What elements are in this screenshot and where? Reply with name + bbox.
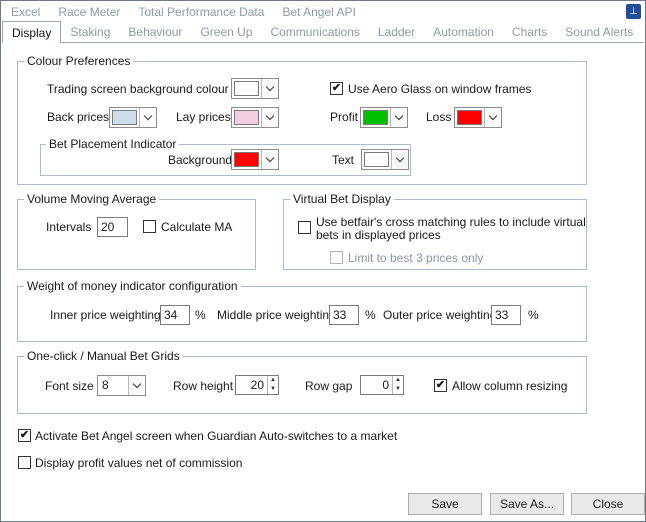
calculate-ma-label: Calculate MA — [161, 220, 233, 234]
row-height-stepper[interactable]: 20 ▲ ▼ — [235, 375, 279, 395]
spin-down-icon[interactable]: ▼ — [268, 385, 278, 394]
loss-colour-picker[interactable] — [454, 107, 502, 128]
chevron-down-icon — [128, 376, 145, 395]
chevron-down-icon — [390, 108, 407, 127]
cross-matching-checkbox[interactable] — [298, 221, 311, 234]
tab-ladder[interactable]: Ladder — [369, 22, 424, 42]
font-size-select[interactable]: 8 — [97, 375, 146, 396]
aero-glass-label: Use Aero Glass on window frames — [348, 82, 532, 96]
tab-bet-angel-api[interactable]: Bet Angel API — [273, 2, 364, 22]
tab-charts[interactable]: Charts — [503, 22, 556, 42]
limit-best-3-label: Limit to best 3 prices only — [348, 251, 484, 265]
back-prices-swatch — [112, 110, 137, 125]
net-commission-label: Display profit values net of commission — [35, 456, 243, 470]
save-as-button[interactable]: Save As... — [490, 493, 564, 515]
tab-staking[interactable]: Staking — [61, 22, 119, 42]
volume-ma-legend: Volume Moving Average — [24, 192, 160, 206]
activate-screen-label: Activate Bet Angel screen when Guardian … — [35, 429, 398, 443]
spin-down-icon[interactable]: ▼ — [393, 385, 403, 394]
lay-prices-label: Lay prices — [176, 110, 231, 124]
bet-text-label: Text — [332, 153, 355, 167]
spin-up-icon[interactable]: ▲ — [393, 376, 403, 385]
tab-race-meter[interactable]: Race Meter — [49, 2, 129, 22]
activate-screen-checkbox[interactable]: ✔ — [18, 429, 31, 442]
intervals-input[interactable]: 20 — [97, 217, 128, 237]
calculate-ma-checkbox[interactable] — [143, 220, 156, 233]
spin-up-icon[interactable]: ▲ — [268, 376, 278, 385]
wom-legend: Weight of money indicator configuration — [24, 279, 241, 293]
tab-divider — [2, 42, 644, 43]
tab-row-top: Excel Race Meter Total Performance Data … — [2, 2, 365, 22]
bet-text-colour-picker[interactable] — [361, 149, 409, 170]
row-height-value: 20 — [250, 378, 264, 392]
back-prices-colour-picker[interactable] — [109, 107, 157, 128]
font-size-label: Font size — [45, 379, 94, 393]
bet-background-label: Background — [168, 153, 233, 167]
close-button[interactable]: Close — [571, 493, 645, 515]
tab-row-bottom: Display Staking Behaviour Green Up Commu… — [2, 21, 642, 43]
tab-sound-alerts[interactable]: Sound Alerts — [556, 22, 642, 42]
middle-pct-label: % — [365, 308, 376, 322]
cross-matching-label-line2: bets in displayed prices — [316, 228, 441, 242]
tab-total-performance-data[interactable]: Total Performance Data — [129, 2, 273, 22]
row-height-label: Row height — [173, 379, 234, 393]
chevron-down-icon — [139, 108, 156, 127]
limit-best-3-checkbox[interactable] — [330, 251, 343, 264]
bet-placement-legend: Bet Placement Indicator — [46, 137, 180, 151]
tab-communications[interactable]: Communications — [261, 22, 368, 42]
middle-weighting-label: Middle price weighting — [217, 308, 336, 322]
chevron-down-icon — [391, 150, 408, 169]
virtual-bet-legend: Virtual Bet Display — [290, 192, 394, 206]
tab-behaviour[interactable]: Behaviour — [119, 22, 191, 42]
loss-label: Loss — [426, 110, 452, 124]
inner-weighting-label: Inner price weighting — [50, 308, 161, 322]
bet-background-colour-picker[interactable] — [231, 149, 279, 170]
allow-resizing-label: Allow column resizing — [452, 379, 568, 393]
cross-matching-label-line1: Use betfair's cross matching rules to in… — [316, 215, 586, 229]
inner-pct-label: % — [195, 308, 206, 322]
back-prices-label: Back prices — [47, 110, 110, 124]
trading-bg-colour-picker[interactable] — [231, 78, 279, 99]
net-commission-checkbox[interactable] — [18, 456, 31, 469]
trading-bg-label: Trading screen background colour — [47, 82, 229, 96]
chevron-down-icon — [484, 108, 501, 127]
intervals-label: Intervals — [46, 220, 92, 234]
tab-green-up[interactable]: Green Up — [191, 22, 261, 42]
chevron-down-icon — [261, 150, 278, 169]
outer-weighting-label: Outer price weighting — [383, 308, 497, 322]
bet-text-swatch — [364, 152, 389, 167]
bet-grids-legend: One-click / Manual Bet Grids — [24, 349, 183, 363]
outer-weighting-input[interactable]: 33 — [491, 305, 521, 325]
profit-colour-picker[interactable] — [360, 107, 408, 128]
tab-automation[interactable]: Automation — [424, 22, 503, 42]
middle-weighting-input[interactable]: 33 — [329, 305, 359, 325]
chevron-down-icon — [261, 79, 278, 98]
row-gap-stepper[interactable]: 0 ▲ ▼ — [360, 375, 404, 395]
bet-background-swatch — [234, 152, 259, 167]
profit-swatch — [363, 110, 388, 125]
aero-glass-checkbox[interactable]: ✔ — [330, 82, 343, 95]
outer-pct-label: % — [528, 308, 539, 322]
row-gap-value: 0 — [382, 378, 389, 392]
profit-label: Profit — [330, 110, 359, 124]
trading-bg-swatch — [234, 81, 259, 96]
settings-window: Excel Race Meter Total Performance Data … — [0, 0, 646, 522]
allow-resizing-checkbox[interactable]: ✔ — [434, 379, 447, 392]
save-button[interactable]: Save — [408, 493, 482, 515]
row-gap-label: Row gap — [305, 379, 353, 393]
inner-weighting-input[interactable]: 34 — [160, 305, 190, 325]
tab-excel[interactable]: Excel — [2, 2, 49, 22]
loss-swatch — [457, 110, 482, 125]
chevron-down-icon — [261, 108, 278, 127]
lay-prices-swatch — [234, 110, 259, 125]
lay-prices-colour-picker[interactable] — [231, 107, 279, 128]
pin-icon[interactable]: ⊥ — [626, 4, 641, 19]
volume-ma-group: Volume Moving Average — [17, 192, 256, 270]
tab-display[interactable]: Display — [2, 21, 62, 43]
colour-preferences-legend: Colour Preferences — [24, 54, 134, 68]
font-size-value: 8 — [102, 378, 109, 392]
